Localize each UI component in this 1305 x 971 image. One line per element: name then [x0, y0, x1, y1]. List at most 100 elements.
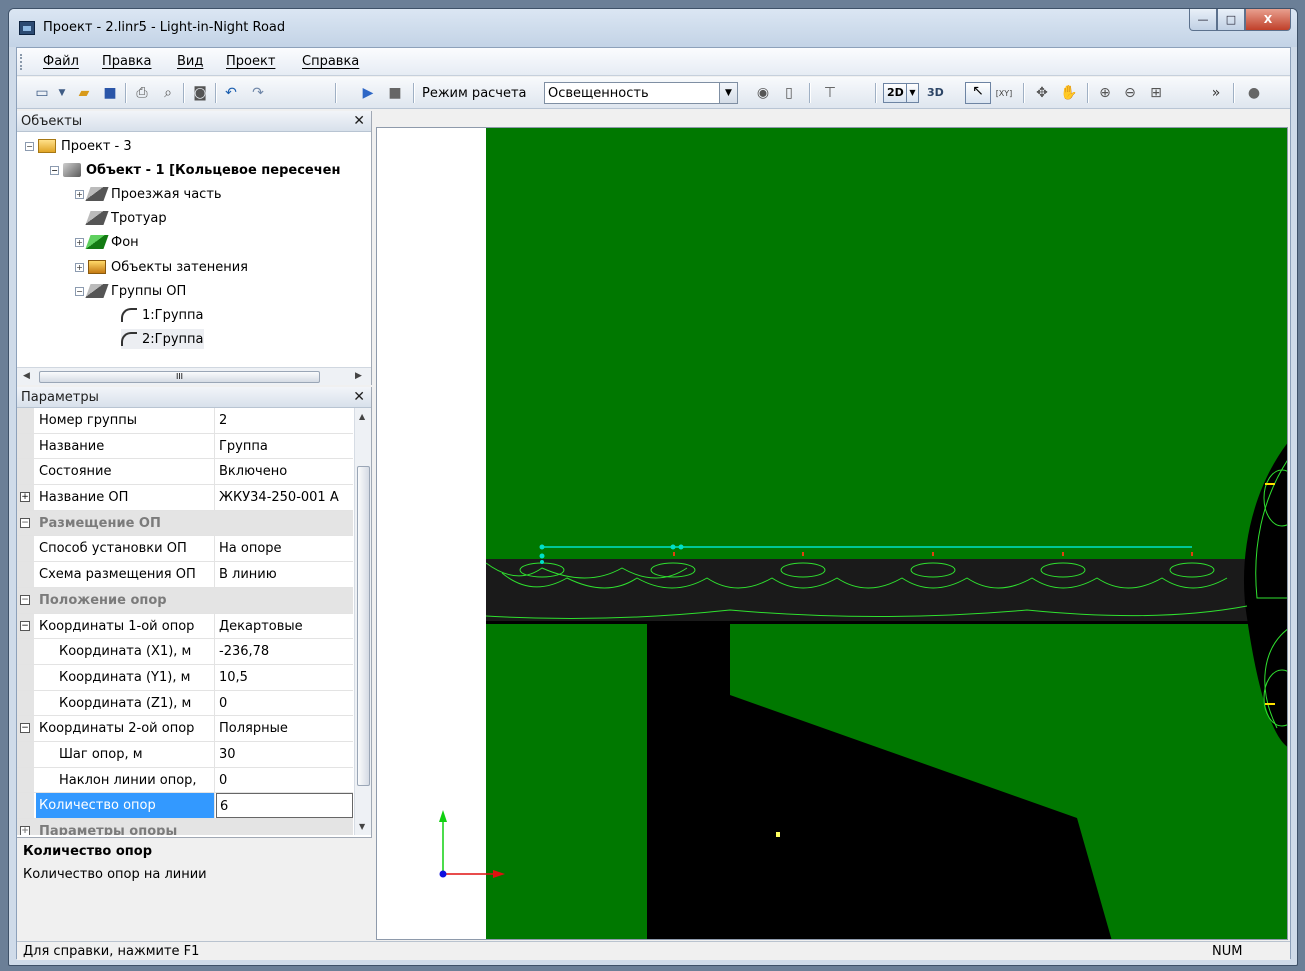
collapse-icon[interactable]: −: [50, 165, 59, 175]
property-value[interactable]: 0: [216, 768, 353, 793]
property-row[interactable]: Номер группы 2: [17, 408, 353, 434]
property-row[interactable]: − Координаты 1-ой опор Декартовые: [17, 613, 353, 640]
property-row[interactable]: Наклон линии опор, 0: [17, 767, 353, 794]
help-globe-icon[interactable]: ●: [1245, 84, 1263, 102]
property-value[interactable]: ЖКУ34-250-001 А: [216, 485, 353, 510]
close-icon[interactable]: ✕: [353, 113, 365, 129]
scroll-left-icon[interactable]: ◀: [23, 371, 30, 381]
select-arrow-icon[interactable]: ↖: [965, 82, 991, 104]
pole-node[interactable]: [540, 560, 544, 564]
tree-item-roadway[interactable]: + Проезжая часть: [75, 184, 222, 204]
expand-icon[interactable]: +: [20, 826, 30, 835]
new-file-icon[interactable]: ▭: [33, 84, 51, 102]
eye-icon[interactable]: ◉: [754, 84, 772, 102]
collapse-icon[interactable]: −: [20, 723, 30, 734]
expand-icon[interactable]: +: [75, 189, 84, 199]
maximize-button[interactable]: □: [1217, 9, 1245, 31]
tree-item-group-2[interactable]: 2:Группа: [121, 329, 204, 349]
property-vertical-scrollbar[interactable]: ▲ ▼: [354, 408, 371, 835]
property-value[interactable]: Декартовые: [216, 614, 353, 639]
tree-horizontal-scrollbar[interactable]: ◀ III ▶: [17, 367, 371, 385]
zoom-in-icon[interactable]: ⊕: [1096, 84, 1114, 102]
tree-item-group-1[interactable]: 1:Группа: [121, 305, 204, 325]
collapse-icon[interactable]: −: [20, 517, 30, 528]
property-value[interactable]: Группа: [216, 434, 353, 459]
property-category[interactable]: − Положение опор: [17, 587, 353, 614]
calc-mode-select[interactable]: Освещенность ▼: [544, 82, 738, 104]
lamp-marker[interactable]: [1191, 552, 1193, 556]
menu-project[interactable]: Проект: [226, 54, 275, 69]
redo-icon[interactable]: ↷: [249, 84, 267, 102]
property-category[interactable]: − Размещение ОП: [17, 510, 353, 537]
tree-item-lamp-groups[interactable]: − Группы ОП: [75, 281, 186, 301]
print-preview-icon[interactable]: ⌕: [159, 84, 177, 102]
undo-icon[interactable]: ↶: [222, 84, 240, 102]
lamp-marker[interactable]: [1265, 483, 1275, 485]
tree-item-shading-objects[interactable]: + Объекты затенения: [75, 257, 248, 277]
chevron-down-icon[interactable]: ▼: [719, 83, 737, 103]
property-value[interactable]: 2: [216, 408, 353, 433]
property-value[interactable]: 10,5: [216, 665, 353, 690]
property-value[interactable]: Включено: [216, 459, 353, 484]
expand-icon[interactable]: +: [75, 237, 84, 247]
scroll-up-icon[interactable]: ▲: [359, 412, 365, 421]
property-category[interactable]: + Параметры опоры: [17, 819, 353, 835]
property-row[interactable]: Шаг опор, м 30: [17, 741, 353, 768]
property-value[interactable]: Полярные: [216, 716, 353, 741]
open-folder-icon[interactable]: ▰: [75, 84, 93, 102]
play-icon[interactable]: ▶: [359, 84, 377, 102]
property-row[interactable]: Схема размещения ОП В линию: [17, 562, 353, 588]
collapse-icon[interactable]: −: [75, 286, 84, 296]
property-row[interactable]: Состояние Включено: [17, 459, 353, 486]
scroll-down-icon[interactable]: ▼: [359, 822, 365, 831]
tree-item-project[interactable]: − Проект - 3: [25, 136, 132, 156]
collapse-icon[interactable]: −: [20, 620, 30, 631]
camera-icon[interactable]: ◙: [191, 84, 209, 102]
property-value[interactable]: На опоре: [216, 536, 353, 561]
collapse-icon[interactable]: −: [20, 594, 30, 605]
tree-item-sidewalk[interactable]: Тротуар: [85, 208, 167, 228]
expand-icon[interactable]: +: [75, 262, 84, 272]
select-xy-icon[interactable]: [XY]: [995, 84, 1013, 102]
print-icon[interactable]: ⎙: [133, 84, 151, 102]
expand-icon[interactable]: +: [20, 492, 30, 503]
new-dropdown-icon[interactable]: ▼: [53, 84, 71, 102]
pole-node[interactable]: [678, 544, 684, 550]
property-row[interactable]: − Координаты 2-ой опор Полярные: [17, 716, 353, 742]
property-row[interactable]: Способ установки ОП На опоре: [17, 536, 353, 563]
property-value[interactable]: -236,78: [216, 639, 353, 664]
collapse-icon[interactable]: −: [25, 141, 34, 151]
pole-count-input[interactable]: 6: [216, 793, 353, 818]
menu-view[interactable]: Вид: [177, 54, 203, 69]
property-row[interactable]: Название Группа: [17, 433, 353, 460]
lamp-marker[interactable]: [932, 552, 934, 556]
view-2d-button[interactable]: 2D ▼: [883, 83, 919, 103]
scroll-right-icon[interactable]: ▶: [355, 371, 362, 381]
overflow-icon[interactable]: »: [1207, 84, 1225, 102]
pole-node[interactable]: [539, 553, 545, 559]
hand-pan-icon[interactable]: ✋: [1060, 84, 1078, 102]
move-node-icon[interactable]: ✥: [1033, 84, 1051, 102]
property-value[interactable]: 0: [216, 691, 353, 716]
zoom-out-icon[interactable]: ⊖: [1121, 84, 1139, 102]
lamp-marker[interactable]: [802, 552, 804, 556]
property-row[interactable]: + Название ОП ЖКУ34-250-001 А: [17, 485, 353, 511]
menu-help[interactable]: Справка: [302, 54, 359, 69]
menu-edit[interactable]: Правка: [102, 54, 151, 69]
chevron-down-icon[interactable]: ▼: [906, 84, 918, 102]
lamp-icon[interactable]: ⊤: [821, 84, 839, 102]
property-row[interactable]: Координата (Z1), м 0: [17, 690, 353, 717]
pole-node[interactable]: [670, 544, 676, 550]
tree-item-background[interactable]: + Фон: [75, 232, 139, 252]
property-row[interactable]: Координата (Y1), м 10,5: [17, 664, 353, 691]
zoom-fit-icon[interactable]: ⊞: [1147, 84, 1165, 102]
close-icon[interactable]: ✕: [353, 389, 365, 405]
tree-item-object[interactable]: − Объект - 1 [Кольцевое пересечен: [50, 160, 340, 180]
close-button[interactable]: X: [1245, 9, 1291, 31]
property-value[interactable]: 30: [216, 742, 353, 767]
lamp-marker[interactable]: [1062, 552, 1064, 556]
scrollbar-thumb[interactable]: III: [39, 371, 320, 383]
view-3d-button[interactable]: 3D: [927, 86, 944, 99]
title-bar[interactable]: Проект - 2.linr5 - Light-in-Night Road —…: [9, 9, 1297, 47]
page-icon[interactable]: ▯: [780, 84, 798, 102]
